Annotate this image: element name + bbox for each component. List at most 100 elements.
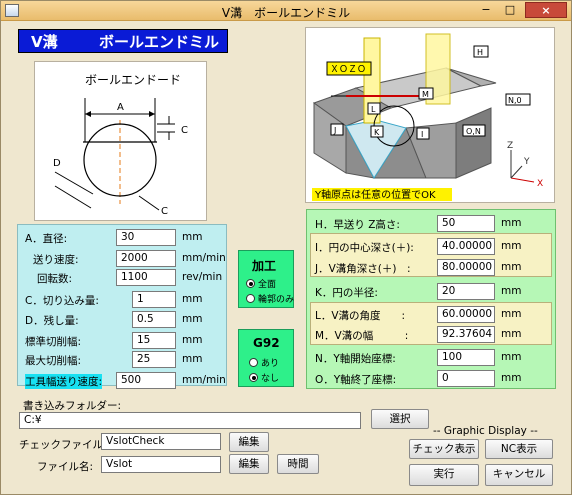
tool-param-unit: mm xyxy=(182,334,203,346)
tool-param-unit: mm xyxy=(182,293,203,305)
axis-y-label: Y xyxy=(523,157,530,167)
groove-param-input[interactable]: 80.00000 xyxy=(437,259,495,276)
file-name-edit-button[interactable]: 編集 xyxy=(229,454,269,474)
graphic-display-label: -- Graphic Display -- xyxy=(433,425,538,437)
axis-z-label: Z xyxy=(507,141,513,151)
groove-param-label: N．Y軸開始座標: xyxy=(315,353,396,365)
j-label: J xyxy=(333,126,336,135)
nc-display-button[interactable]: NC表示 xyxy=(485,439,553,459)
tool-param-input[interactable]: 1100 xyxy=(116,269,176,286)
dim-a-label: A xyxy=(117,102,124,113)
check-file-input[interactable]: VslotCheck xyxy=(101,433,221,450)
check-display-button[interactable]: チェック表示 xyxy=(409,439,479,459)
check-file-edit-button[interactable]: 編集 xyxy=(229,432,269,452)
tool-param-input[interactable]: 1 xyxy=(132,291,176,308)
tool-diagram-title: ボールエンドード xyxy=(85,73,181,87)
g92-yes-label: あり xyxy=(261,359,280,369)
folder-label: 書き込みフォルダー: xyxy=(23,400,122,412)
minimize-button[interactable]: − xyxy=(475,2,497,18)
l-label: L xyxy=(371,105,376,114)
groove-param-input[interactable]: 20 xyxy=(437,283,495,300)
dim-c1-label: C xyxy=(181,125,188,136)
check-file-label: チェックファイル: xyxy=(19,439,107,451)
groove-param-label: M．V溝の幅 : xyxy=(315,330,409,342)
g92-panel: G92 あり なし xyxy=(238,329,294,387)
file-name-label: ファイル名: xyxy=(37,461,94,473)
groove-param-label: H．早送り Z高さ: xyxy=(315,219,400,231)
tool-diagram: ボールエンドード A C D C xyxy=(34,61,207,221)
run-button[interactable]: 実行 xyxy=(409,464,479,486)
groove-param-unit: mm xyxy=(501,285,522,297)
folder-input[interactable]: C:¥ xyxy=(19,412,361,429)
groove-param-label: J．V溝角深さ(＋) : xyxy=(315,263,411,275)
v-groove-drawing: ＸＯＺＯ H N,0 M L J K I O,N Z Y X Y軸原点は任意の位… xyxy=(312,33,543,201)
o-n-label: O,N xyxy=(466,127,481,136)
groove-param-unit: mm xyxy=(501,351,522,363)
g92-title: G92 xyxy=(253,336,280,350)
tool-param-unit: mm/min xyxy=(182,374,226,386)
cancel-button[interactable]: キャンセル xyxy=(485,464,553,486)
groove-param-input[interactable]: 40.00000 xyxy=(437,238,495,255)
machining-panel: 加工 全面 輪郭のみ xyxy=(238,250,294,308)
i-label: I xyxy=(421,130,423,139)
groove-param-unit: mm xyxy=(501,328,522,340)
groove-param-input[interactable]: 50 xyxy=(437,215,495,232)
tool-param-label: A．直径: xyxy=(25,233,68,245)
origin-caption: Y軸原点は任意の位置でOK xyxy=(314,188,436,201)
dim-d-label: D xyxy=(53,158,61,169)
groove-param-input[interactable]: 60.00000 xyxy=(437,306,495,323)
tool-param-label: C．切り込み量: xyxy=(25,295,99,307)
groove-param-unit: mm xyxy=(501,261,522,273)
tool-param-input[interactable]: 2000 xyxy=(116,250,176,267)
groove-param-label: I．円の中心深さ(＋): xyxy=(315,242,414,254)
axis-x-label: X xyxy=(537,179,543,189)
n0-label: N,0 xyxy=(508,96,522,105)
title-bar: V溝 ボールエンドミル − □ × xyxy=(1,1,571,21)
g92-no-label: なし xyxy=(261,374,280,384)
groove-param-unit: mm xyxy=(501,240,522,252)
maximize-button[interactable]: □ xyxy=(499,2,521,18)
close-button[interactable]: × xyxy=(525,2,567,18)
time-button[interactable]: 時間 xyxy=(277,454,319,474)
groove-param-unit: mm xyxy=(501,308,522,320)
g92-yes-radio[interactable] xyxy=(249,358,258,367)
tool-param-input[interactable]: 25 xyxy=(132,351,176,368)
groove-param-input[interactable]: 0 xyxy=(437,370,495,387)
m-label: M xyxy=(422,90,429,99)
groove-param-input[interactable]: 92.37604 xyxy=(437,326,495,343)
groove-param-unit: mm xyxy=(501,372,522,384)
machining-title: 加工 xyxy=(252,259,277,273)
file-name-input[interactable]: Vslot xyxy=(101,456,221,473)
machining-contour-radio[interactable] xyxy=(246,294,255,303)
tool-param-input[interactable]: 500 xyxy=(116,372,176,389)
header-vslot: V溝 xyxy=(31,33,58,51)
machining-full-radio[interactable] xyxy=(246,279,255,288)
machining-full-label: 全面 xyxy=(258,280,277,290)
header-ballend: ボールエンドミル xyxy=(99,33,220,51)
machining-contour-label: 輪郭のみ xyxy=(258,295,295,305)
dim-c2-label: C xyxy=(161,206,168,217)
groove-param-unit: mm xyxy=(501,217,522,229)
groove-param-label: K．円の半径: xyxy=(315,287,378,299)
tool-param-unit: mm xyxy=(182,353,203,365)
xozo-label: ＸＯＺＯ xyxy=(330,65,366,75)
groove-param-label: O．Y軸終了座標: xyxy=(315,374,397,386)
groove-param-input[interactable]: 100 xyxy=(437,349,495,366)
tool-param-label: 工具幅送り速度: xyxy=(25,374,103,389)
k-label: K xyxy=(374,128,380,137)
h-label: H xyxy=(477,48,483,57)
tool-param-input[interactable]: 30 xyxy=(116,229,176,246)
tool-param-label: 最大切削幅: xyxy=(25,355,82,367)
tool-param-unit: mm/min xyxy=(182,252,226,264)
folder-select-button[interactable]: 選択 xyxy=(371,409,429,429)
tool-param-label: D．残し量: xyxy=(25,315,79,327)
tool-param-input[interactable]: 0.5 xyxy=(132,311,176,328)
tool-param-label: 回転数: xyxy=(37,273,73,285)
tool-param-input[interactable]: 15 xyxy=(132,332,176,349)
tool-param-label: 標準切削幅: xyxy=(25,336,82,348)
tool-param-unit: rev/min xyxy=(182,271,223,283)
tool-param-unit: mm xyxy=(182,231,203,243)
g92-no-radio[interactable] xyxy=(249,373,258,382)
groove-diagram: ＸＯＺＯ H N,0 M L J K I O,N Z Y X Y軸原点は任意の位… xyxy=(305,27,555,203)
page-title: V溝 ボールエンドミル xyxy=(18,29,228,53)
